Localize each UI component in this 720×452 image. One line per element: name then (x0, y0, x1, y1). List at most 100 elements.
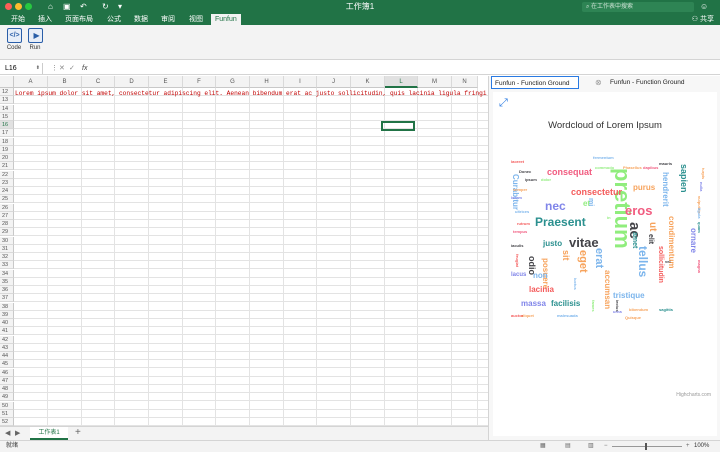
row-header-41[interactable]: 41 (0, 327, 14, 336)
word-sapien[interactable]: sapien (679, 164, 689, 193)
column-header-g[interactable]: G (216, 76, 250, 88)
word-eget[interactable]: eget (577, 250, 589, 273)
word-lacus[interactable]: lacus (511, 272, 526, 278)
row-header-40[interactable]: 40 (0, 319, 14, 327)
normal-view-icon[interactable]: ▦ (540, 441, 546, 452)
row-header-21[interactable]: 21 (0, 162, 14, 171)
word-tempus[interactable]: tempus (513, 230, 527, 234)
word-sagittis[interactable]: sagittis (659, 308, 673, 312)
row-header-35[interactable]: 35 (0, 277, 14, 286)
run-button[interactable]: ▶ Run (25, 28, 45, 51)
row-header-44[interactable]: 44 (0, 352, 14, 360)
column-header-n[interactable]: N (452, 76, 478, 88)
word-luctus[interactable]: luctus (573, 278, 578, 290)
word-phasellus[interactable]: Phasellus (623, 166, 642, 170)
row-header-26[interactable]: 26 (0, 203, 14, 212)
row-header-49[interactable]: 49 (0, 393, 14, 402)
row-header-31[interactable]: 31 (0, 244, 14, 253)
row-header-25[interactable]: 25 (0, 195, 14, 204)
word-non[interactable]: non (533, 272, 548, 280)
column-header-b[interactable]: B (48, 76, 82, 88)
column-header-l[interactable]: L (385, 76, 418, 88)
word-vel[interactable]: vel (665, 260, 671, 264)
row-header-27[interactable]: 27 (0, 211, 14, 220)
zoom-slider-thumb[interactable] (645, 443, 647, 450)
row-header-42[interactable]: 42 (0, 335, 14, 344)
face-icon[interactable]: ☺ (700, 2, 708, 12)
row-header-15[interactable]: 15 (0, 112, 14, 121)
zoom-slider[interactable] (612, 443, 682, 450)
row-header-13[interactable]: 13 (0, 96, 14, 105)
row-header-47[interactable]: 47 (0, 376, 14, 385)
word-ligula[interactable]: ligula (697, 208, 702, 218)
word-ultrices[interactable]: ultrices (515, 210, 529, 214)
column-header-c[interactable]: C (82, 76, 115, 88)
row-header-24[interactable]: 24 (0, 187, 14, 195)
word-lacinia[interactable]: lacinia (529, 286, 554, 294)
word-in[interactable]: in (607, 216, 611, 220)
word-turpis[interactable]: turpis (701, 168, 706, 179)
row-header-48[interactable]: 48 (0, 385, 14, 393)
word-facilisis[interactable]: facilisis (551, 300, 580, 308)
row-header-14[interactable]: 14 (0, 104, 14, 113)
close-pane-icon[interactable]: ⊗ (595, 78, 602, 87)
row-header-23[interactable]: 23 (0, 178, 14, 187)
row-header-45[interactable]: 45 (0, 360, 14, 369)
cell-a12-text[interactable]: Lorem ipsum dolor sit amet, consectetur … (15, 90, 488, 98)
formula-input[interactable] (96, 63, 716, 74)
row-header-50[interactable]: 50 (0, 401, 14, 410)
word-lectus[interactable]: lectus (615, 300, 620, 312)
column-header-a[interactable]: A (14, 76, 48, 88)
add-sheet-icon[interactable]: + (75, 427, 81, 438)
more-icon[interactable]: ⋮ (51, 63, 58, 74)
function-icon[interactable]: fx (82, 63, 87, 74)
word-laoreet[interactable]: laoreet (511, 160, 524, 164)
word-justo[interactable]: justo (543, 240, 562, 248)
row-header-32[interactable]: 32 (0, 253, 14, 261)
name-box[interactable]: L16 ⬍ (3, 63, 43, 74)
row-header-18[interactable]: 18 (0, 137, 14, 146)
task-pane-tab-2[interactable]: Funfun - Function Ground (607, 76, 717, 89)
word-semper[interactable]: semper (513, 188, 527, 192)
word-consequat[interactable]: consequat (547, 168, 592, 177)
word-sollicitudin[interactable]: sollicitudin (657, 246, 664, 283)
row-header-17[interactable]: 17 (0, 129, 14, 138)
word-lorem[interactable]: lorem (511, 196, 522, 200)
row-header-43[interactable]: 43 (0, 343, 14, 352)
word-malesuada[interactable]: malesuada (557, 314, 578, 318)
word-consectetur[interactable]: consectetur (571, 188, 622, 197)
row-header-29[interactable]: 29 (0, 228, 14, 237)
column-header-m[interactable]: M (418, 76, 452, 88)
word-magna[interactable]: magna (697, 260, 702, 273)
sheet-tab-1[interactable]: 工作表1 (30, 427, 68, 440)
word-feugiat[interactable]: feugiat (515, 254, 520, 267)
word-auctor[interactable]: auctor (511, 314, 523, 318)
prev-sheet-icon[interactable]: ◀ (5, 429, 10, 437)
word-bibendum[interactable]: bibendum (629, 308, 648, 312)
row-header-30[interactable]: 30 (0, 236, 14, 245)
worksheet-grid[interactable]: ABCDEFGHIJKLMN 12 13 14 15 16 17 18 19 20 21 22 23 2… (0, 76, 488, 426)
word-fames[interactable]: fames (591, 300, 596, 312)
active-cell-l16[interactable] (381, 121, 415, 131)
column-header-e[interactable]: E (149, 76, 183, 88)
word-hendrerit[interactable]: hendrerit (661, 172, 670, 207)
tab-page-layout[interactable]: 页面布局 (61, 14, 97, 25)
row-header-28[interactable]: 28 (0, 220, 14, 228)
column-header-h[interactable]: H (250, 76, 284, 88)
sheet-search-input[interactable]: ⌕ 在工作表中搜索 (582, 2, 694, 12)
word-donec[interactable]: Donec (519, 170, 531, 174)
cancel-icon[interactable]: ✕ (59, 63, 65, 74)
row-header-46[interactable]: 46 (0, 368, 14, 377)
word-rutrum[interactable]: rutrum (517, 222, 530, 226)
confirm-icon[interactable]: ✓ (69, 63, 75, 74)
page-break-icon[interactable]: ▥ (588, 441, 594, 452)
word-accumsan[interactable]: accumsan (603, 270, 612, 309)
word-mi[interactable]: mi (587, 198, 594, 206)
chart-credits[interactable]: Highcharts.com (676, 392, 711, 398)
page-layout-icon[interactable]: ▤ (565, 441, 571, 452)
share-button[interactable]: ⚇ 共享 (692, 14, 714, 25)
row-header-16[interactable]: 16 (0, 121, 14, 129)
word-dapibus[interactable]: dapibus (643, 166, 658, 170)
tab-review[interactable]: 审阅 (157, 14, 179, 25)
word-quam[interactable]: quam (697, 222, 702, 233)
